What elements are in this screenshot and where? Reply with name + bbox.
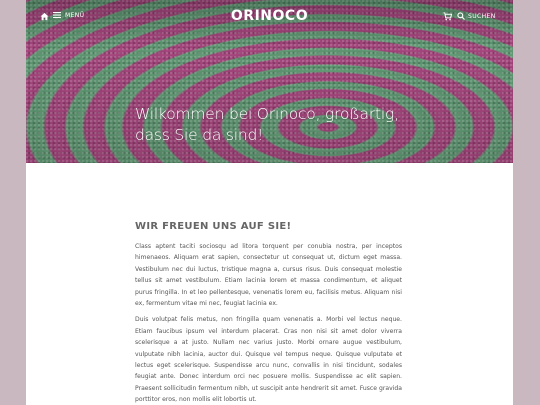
cart-icon[interactable] <box>443 12 452 21</box>
paragraph: Duis volutpat felis metus, non fringilla… <box>135 316 402 404</box>
hero-banner: MENÜ ORINOCO SUCHEN Wilkommen bei Orinoc… <box>26 0 513 163</box>
main-content: WIR FREUEN UNS AUF SIE! Class aptent tac… <box>135 221 402 405</box>
page: MENÜ ORINOCO SUCHEN Wilkommen bei Orinoc… <box>26 0 513 405</box>
top-navigation: MENÜ ORINOCO SUCHEN <box>26 0 513 34</box>
search-icon[interactable] <box>457 12 465 20</box>
paragraph: Class aptent taciti sociosqu ad litora t… <box>135 243 402 308</box>
site-logo[interactable]: ORINOCO <box>26 8 513 24</box>
section-title: WIR FREUEN UNS AUF SIE! <box>135 221 292 232</box>
hero-title: Wilkommen bei Orinoco, großartig, dass S… <box>135 105 399 144</box>
search-label[interactable]: SUCHEN <box>468 13 496 20</box>
